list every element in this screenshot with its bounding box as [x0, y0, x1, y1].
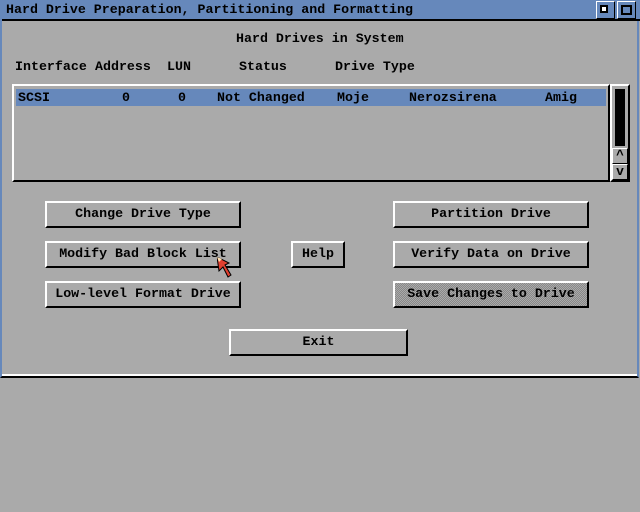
scroll-down-icon[interactable]: v	[612, 164, 628, 180]
cell-status: Not Changed	[217, 90, 305, 105]
scrollbar[interactable]: ^ v	[610, 84, 630, 182]
hdtoolbox-window: Hard Drive Preparation, Partitioning and…	[0, 0, 640, 378]
window-title: Hard Drive Preparation, Partitioning and…	[6, 2, 413, 17]
mouse-pointer-icon	[217, 257, 232, 278]
zoom-gadget-icon[interactable]	[596, 1, 615, 19]
cell-address: 0	[122, 90, 130, 105]
table-row[interactable]: SCSI 0 0 Not Changed Moje Nerozsirena Am…	[16, 89, 606, 106]
drive-list[interactable]: SCSI 0 0 Not Changed Moje Nerozsirena Am…	[12, 84, 610, 182]
cell-type-1: Moje	[337, 90, 369, 105]
cell-type-2: Nerozsirena	[409, 90, 497, 105]
title-bar[interactable]: Hard Drive Preparation, Partitioning and…	[2, 0, 640, 21]
verify-data-button[interactable]: Verify Data on Drive	[393, 241, 589, 268]
depth-gadget-icon[interactable]	[617, 1, 636, 19]
scroll-knob[interactable]	[615, 89, 625, 146]
section-title: Hard Drives in System	[236, 31, 404, 46]
col-interface: Interface	[15, 59, 87, 74]
partition-drive-button[interactable]: Partition Drive	[393, 201, 589, 228]
modify-bad-block-list-button[interactable]: Modify Bad Block List	[45, 241, 241, 268]
change-drive-type-button[interactable]: Change Drive Type	[45, 201, 241, 228]
col-address: Address	[95, 59, 151, 74]
cell-type-3: Amig	[545, 90, 577, 105]
help-button[interactable]: Help	[291, 241, 345, 268]
exit-button[interactable]: Exit	[229, 329, 408, 356]
cell-lun: 0	[178, 90, 186, 105]
save-changes-button: Save Changes to Drive	[393, 281, 589, 308]
col-status: Status	[239, 59, 287, 74]
low-level-format-button[interactable]: Low-level Format Drive	[45, 281, 241, 308]
col-lun: LUN	[167, 59, 191, 74]
col-drive-type: Drive Type	[335, 59, 415, 74]
scroll-up-icon[interactable]: ^	[612, 148, 628, 164]
cell-interface: SCSI	[18, 90, 50, 105]
